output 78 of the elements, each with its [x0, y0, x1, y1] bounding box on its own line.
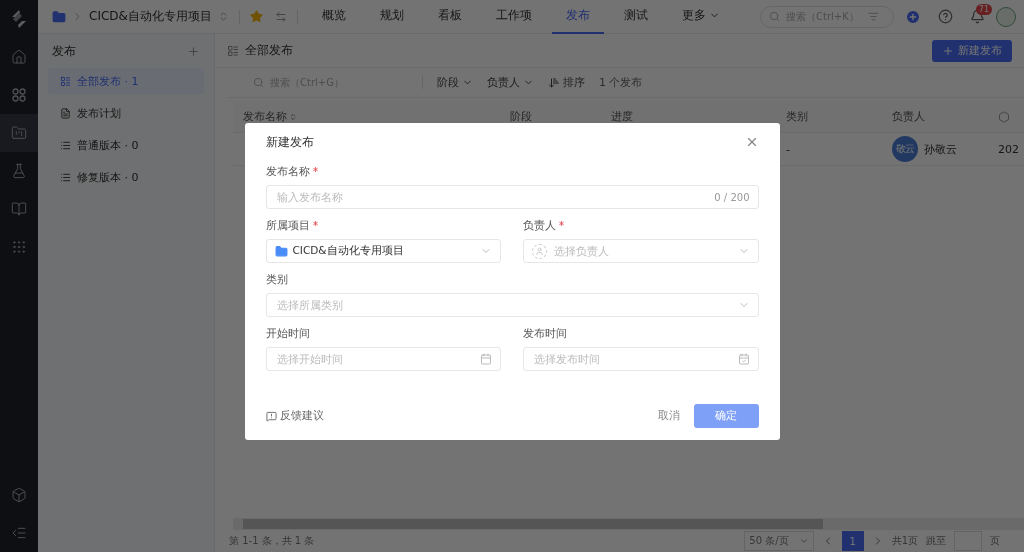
apps-icon: [11, 87, 27, 103]
field-label: 开始时间: [265, 327, 310, 341]
rail-button[interactable]: [0, 114, 38, 152]
owner-filter[interactable]: 负责人: [487, 75, 534, 90]
horizontal-scrollbar[interactable]: [233, 518, 1024, 530]
field-label: 所属项目: [265, 219, 310, 233]
sort-button[interactable]: 排序: [548, 75, 585, 90]
field-label: 负责人: [523, 219, 556, 233]
field-label: 发布名称: [265, 165, 310, 179]
nav-tab[interactable]: 工作项: [481, 0, 546, 34]
sort-icon: [289, 112, 297, 121]
chevron-down-icon: [798, 536, 809, 546]
sidebar-item[interactable]: 全部发布 · 1: [48, 68, 204, 94]
settings-icon[interactable]: [998, 110, 1010, 123]
table-cell: 敬云 孙敬云: [882, 133, 988, 166]
home-icon: [11, 49, 27, 65]
sidebar-item[interactable]: 修复版本 · 0: [48, 164, 204, 190]
nav-tab[interactable]: 规划: [365, 0, 418, 34]
sidebar-title: 发布: [52, 43, 76, 59]
add-icon[interactable]: [187, 44, 200, 58]
owner-select[interactable]: 选择负责人: [523, 239, 759, 263]
date-field[interactable]: 选择发布时间: [523, 347, 759, 371]
notification-badge: 71: [975, 3, 992, 15]
project-name[interactable]: CICD&自动化专用项目: [89, 8, 212, 25]
field-label: 类别: [265, 273, 288, 287]
dialog-title: 新建发布: [265, 133, 314, 151]
feedback-icon: [265, 410, 277, 422]
owner-avatar: 敬云: [892, 136, 918, 162]
folder-icon: [52, 9, 66, 24]
category-select[interactable]: 选择所属类别: [265, 293, 759, 317]
field-label: 发布时间: [523, 327, 567, 341]
search-icon: [253, 77, 264, 88]
new-release-button[interactable]: 新建发布: [932, 39, 1012, 62]
plus-icon: [942, 44, 954, 57]
date-field[interactable]: 选择开始时间: [265, 347, 501, 371]
nav-tab[interactable]: 看板: [423, 0, 476, 34]
folder-icon: [11, 125, 27, 141]
cancel-button[interactable]: 取消: [651, 405, 686, 427]
list-icon: [60, 75, 71, 87]
total-pages: 共1页: [891, 534, 918, 548]
search-icon: [769, 11, 780, 22]
collapse-icon: [11, 525, 27, 541]
help-icon: [937, 9, 953, 24]
release-count: 1 个发布: [599, 75, 643, 90]
list-icon: [60, 139, 71, 151]
document-icon: [60, 107, 71, 119]
calendar-icon: [737, 353, 750, 365]
list-icon: [227, 44, 239, 57]
nav-tab[interactable]: 概览: [307, 0, 360, 34]
flask-icon: [11, 163, 27, 179]
name-field[interactable]: 输入发布名称 0 / 200: [265, 185, 759, 209]
notification-button[interactable]: 71: [964, 3, 990, 30]
book-icon: [11, 201, 27, 217]
character-counter: 0 / 200: [714, 191, 750, 203]
stage-filter[interactable]: 阶段: [437, 75, 473, 90]
feedback-link[interactable]: 反馈建议: [265, 409, 324, 423]
list-icon: [60, 171, 71, 183]
nav-tab[interactable]: 测试: [609, 0, 662, 34]
filter-icon: [868, 11, 879, 22]
grid-icon: [11, 239, 27, 255]
table-cell: 202: [988, 133, 1024, 166]
page-size-select[interactable]: 50 条/页: [744, 531, 814, 551]
plus-icon: [905, 8, 921, 25]
page-unit: 页: [990, 534, 1000, 548]
star-icon[interactable]: [249, 10, 263, 23]
page-title: 全部发布: [245, 43, 293, 58]
sidebar-item[interactable]: 发布计划: [48, 100, 204, 126]
nav-tab[interactable]: 发布: [551, 0, 604, 34]
folder-icon: [274, 244, 288, 258]
cube-icon: [11, 487, 27, 503]
nav-tab[interactable]: 更多: [667, 0, 734, 34]
sort-icon: [548, 76, 560, 89]
sidebar-item[interactable]: 普通版本 · 0: [48, 132, 204, 158]
page-button[interactable]: 1: [841, 531, 864, 551]
swap-icon[interactable]: [274, 10, 287, 23]
user-avatar[interactable]: [996, 6, 1016, 27]
project-select[interactable]: CICD&自动化专用项目: [265, 239, 501, 263]
calendar-icon: [480, 353, 492, 365]
